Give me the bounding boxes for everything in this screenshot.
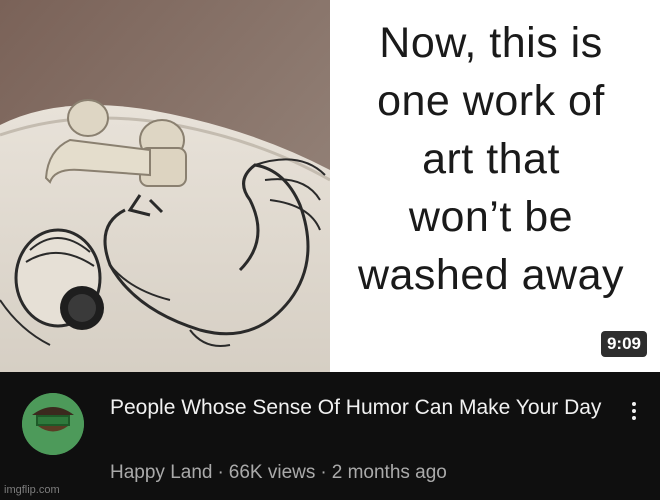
more-vert-icon bbox=[632, 402, 636, 406]
channel-avatar[interactable] bbox=[22, 393, 84, 455]
more-vert-icon bbox=[632, 416, 636, 420]
separator-dot: · bbox=[217, 462, 224, 483]
video-metadata: Happy Land · 66K views · 2 months ago bbox=[110, 460, 610, 486]
caption-line: washed away bbox=[357, 251, 625, 299]
video-thumbnail[interactable]: Now, this is one work of art that won’t … bbox=[0, 0, 660, 372]
watermark: imgflip.com bbox=[4, 484, 60, 496]
caption-line: won’t be bbox=[408, 193, 574, 241]
sink-drawing-photo bbox=[0, 0, 330, 372]
channel-name[interactable]: Happy Land bbox=[110, 462, 212, 483]
separator-dot: · bbox=[320, 462, 327, 483]
view-count: 66K views bbox=[228, 462, 316, 483]
duration-badge: 9:09 bbox=[600, 331, 647, 357]
caption-line: art that bbox=[422, 135, 560, 183]
channel-logo-icon bbox=[22, 393, 84, 455]
caption-line: Now, this is bbox=[379, 19, 603, 67]
thumbnail-caption: Now, this is one work of art that won’t … bbox=[332, 14, 650, 304]
video-title[interactable]: People Whose Sense Of Humor Can Make You… bbox=[110, 394, 610, 422]
caption-line: one work of bbox=[377, 77, 605, 125]
more-vert-icon bbox=[632, 409, 636, 413]
upload-age: 2 months ago bbox=[331, 462, 447, 483]
more-options-button[interactable] bbox=[620, 396, 648, 426]
